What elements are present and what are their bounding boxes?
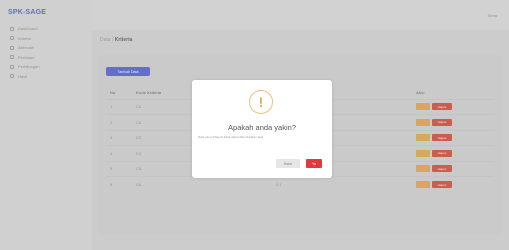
app-root: SPK-SAGE Dashboard Kriteria Alternatif P…	[0, 0, 509, 250]
confirm-button[interactable]: Ya	[306, 159, 322, 168]
cancel-button[interactable]: Batal	[276, 159, 300, 168]
dialog-message: Data yang dihapus tidak dapat dikembalik…	[198, 135, 264, 139]
warning-icon: !	[249, 90, 273, 114]
confirm-dialog: ! Apakah anda yakin? Data yang dihapus t…	[192, 80, 332, 178]
dialog-title: Apakah anda yakin?	[228, 123, 296, 132]
